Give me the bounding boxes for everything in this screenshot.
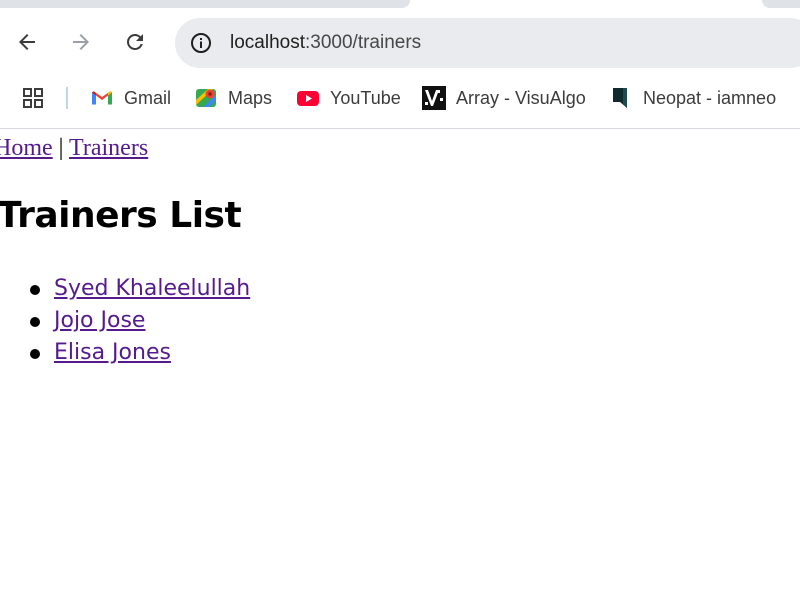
- neopat-icon: [613, 88, 627, 108]
- list-item: Jojo Jose: [29, 304, 250, 336]
- top-nav: Home | Trainers: [0, 135, 148, 162]
- youtube-icon: [297, 91, 319, 106]
- maps-icon: [196, 89, 216, 107]
- bookmarks-separator: [66, 87, 68, 109]
- trainer-link[interactable]: Elisa Jones: [54, 340, 171, 365]
- url-host: localhost: [230, 32, 305, 53]
- bookmark-maps[interactable]: Maps: [194, 85, 272, 111]
- bookmark-label: Maps: [228, 87, 273, 108]
- visualgo-icon: [422, 86, 446, 110]
- nav-trainers-link[interactable]: Trainers: [69, 135, 148, 161]
- nav-home-link[interactable]: Home: [0, 135, 53, 161]
- tab-strip: [0, 0, 800, 8]
- list-item: Elisa Jones: [29, 336, 250, 368]
- bookmarks-bar: Gmail Maps YouTube Array - VisuAlgo Neop…: [0, 76, 800, 129]
- forward-button[interactable]: [63, 24, 99, 60]
- gmail-icon: [92, 91, 112, 105]
- apps-grid-icon[interactable]: [21, 86, 45, 110]
- toolbar: localhost:3000/trainers: [0, 8, 800, 76]
- page-title: Trainers List: [0, 195, 242, 236]
- trainer-link[interactable]: Syed Khaleelullah: [54, 276, 250, 301]
- bookmark-label: YouTube: [330, 87, 401, 108]
- bookmark-neopat[interactable]: Neopat - iamneo: [609, 85, 776, 111]
- trainer-list: Syed Khaleelullah Jojo Jose Elisa Jones: [0, 272, 250, 368]
- bookmark-label: Gmail: [124, 87, 172, 108]
- nav-separator: |: [58, 135, 64, 161]
- list-item: Syed Khaleelullah: [29, 272, 250, 304]
- bookmark-label: Neopat - iamneo: [643, 87, 777, 108]
- browser-chrome: localhost:3000/trainers Gmail Maps YouTu…: [0, 0, 800, 129]
- reload-button[interactable]: [117, 24, 153, 60]
- tab-strip-edge: [762, 0, 800, 8]
- bookmark-label: Array - VisuAlgo: [456, 87, 586, 108]
- bookmark-youtube[interactable]: YouTube: [296, 85, 401, 111]
- back-button[interactable]: [9, 24, 45, 60]
- trainer-link[interactable]: Jojo Jose: [54, 308, 145, 333]
- bookmark-gmail[interactable]: Gmail: [90, 85, 171, 111]
- bookmark-visualgo[interactable]: Array - VisuAlgo: [422, 85, 586, 111]
- reload-icon: [126, 33, 143, 50]
- url-text[interactable]: localhost:3000/trainers: [230, 31, 421, 55]
- page-content: Home | Trainers Trainers List Syed Khale…: [0, 129, 800, 596]
- info-icon[interactable]: [189, 31, 213, 55]
- active-tab-edge[interactable]: [0, 0, 410, 8]
- url-path: :3000/trainers: [305, 32, 422, 53]
- arrow-left-icon: [19, 34, 35, 50]
- arrow-right-icon: [73, 34, 89, 50]
- address-bar[interactable]: localhost:3000/trainers: [175, 18, 800, 68]
